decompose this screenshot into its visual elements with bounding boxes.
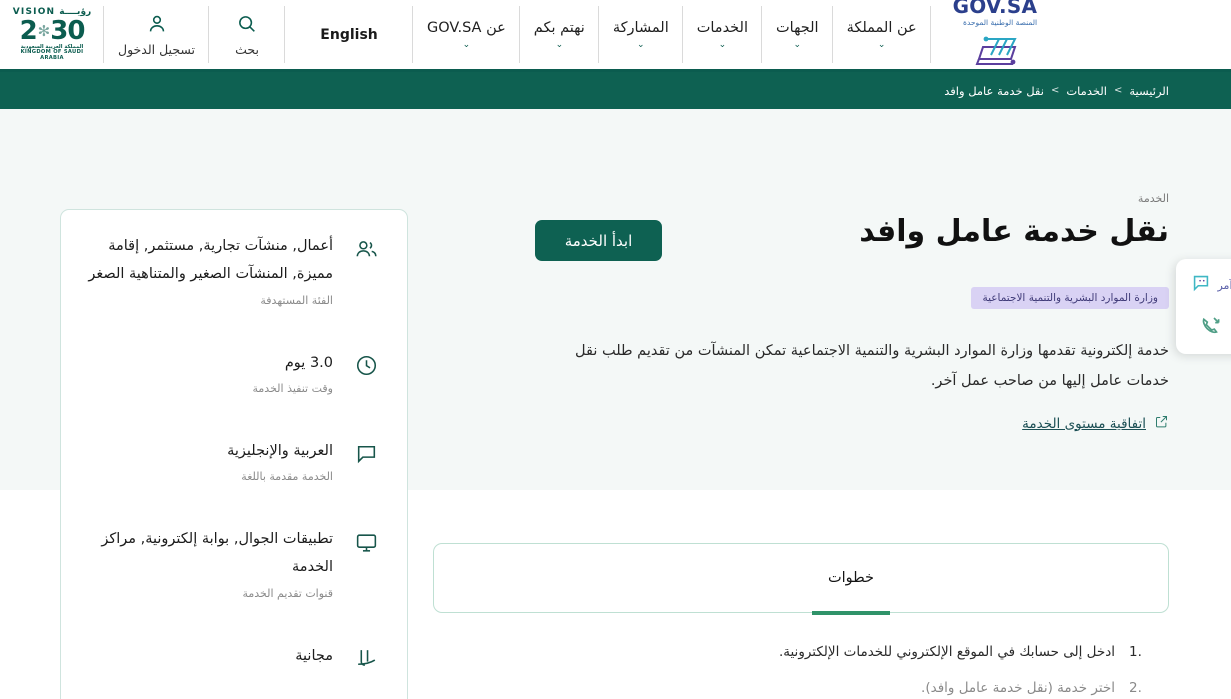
vision-2030-logo[interactable]: VISION رؤيــــة 2 ✻ 30 المملكة العربية ا…	[0, 0, 104, 69]
sla-agreement-link-wrap: اتفاقية مستوى الخدمة	[1022, 414, 1169, 433]
vision-year-right: 30	[50, 16, 85, 47]
info-label-channels: قنوات تقديم الخدمة	[242, 586, 333, 600]
nav-label-about-kingdom: عن المملكة	[846, 19, 917, 36]
breadcrumb-home[interactable]: الرئيسية	[1129, 84, 1169, 98]
info-value-target-audience: أعمال, منشآت تجارية, مستثمر, إقامة مميزة…	[88, 238, 333, 283]
riyal-icon	[351, 644, 381, 674]
user-icon	[146, 13, 168, 39]
info-value-execution-time: 3.0 يوم	[284, 354, 333, 371]
chevron-down-icon: ⌄	[718, 39, 727, 50]
breadcrumb-services[interactable]: الخدمات	[1066, 84, 1107, 98]
info-value-channels: تطبيقات الجوال, بوابة إلكترونية, مراكز ا…	[101, 531, 333, 576]
chat-icon	[351, 439, 381, 469]
top-navigation: VISION رؤيــــة 2 ✻ 30 المملكة العربية ا…	[0, 0, 1231, 72]
chat-assistant-label: آمر	[1217, 278, 1231, 292]
chevron-down-icon: ⌄	[462, 39, 471, 50]
users-icon	[351, 234, 381, 264]
info-row-target-audience: أعمال, منشآت تجارية, مستثمر, إقامة مميزة…	[61, 210, 407, 327]
breadcrumb-current: نقل خدمة عامل وافد	[944, 83, 1044, 98]
list-item: 1. ادخل إلى حسابك في الموقع الإلكتروني ل…	[433, 640, 1169, 666]
vision-kingdom-en: KINGDOM OF SAUDI ARABIA	[20, 49, 84, 61]
english-label: English	[320, 26, 378, 43]
tab-active-indicator	[811, 611, 890, 615]
step-text: ادخل إلى حسابك في الموقع الإلكتروني للخد…	[778, 644, 1115, 660]
floating-help-widget: آمر	[1176, 259, 1231, 354]
search-icon	[236, 13, 258, 39]
nav-item-agencies[interactable]: الجهات ⌄	[762, 0, 833, 69]
vision-year-left: 2	[19, 16, 38, 47]
login-button[interactable]: تسجيل الدخول	[104, 0, 210, 69]
start-service-button[interactable]: ابدأ الخدمة	[535, 220, 662, 261]
info-value-fee: مجانية	[295, 647, 333, 664]
search-button[interactable]: بحث	[209, 0, 286, 69]
language-toggle-english[interactable]: English	[285, 0, 414, 69]
nav-label-services: الخدمات	[696, 19, 748, 36]
agency-badge: وزارة الموارد البشرية والتنمية الاجتماعي…	[971, 287, 1169, 309]
govsa-logo-tagline: المنصة الوطنية الموحدة	[963, 17, 1038, 27]
phone-callback-button[interactable]	[1198, 314, 1224, 342]
breadcrumb-separator: >	[1113, 85, 1123, 96]
info-label-target-audience: الفئة المستهدفة	[260, 293, 333, 307]
breadcrumb: الرئيسية > الخدمات > نقل خدمة عامل وافد	[944, 84, 1169, 98]
list-item: 2. اختر خدمة (نقل خدمة عامل وافد).	[433, 676, 1169, 699]
clock-icon	[351, 351, 381, 381]
nav-label-participation: المشاركة	[612, 19, 669, 36]
info-label-language: الخدمة مقدمة باللغة	[241, 470, 333, 484]
service-info-card: أعمال, منشآت تجارية, مستثمر, إقامة مميزة…	[60, 209, 408, 699]
info-row-language: العربية والإنجليزية الخدمة مقدمة باللغة	[61, 415, 407, 503]
nav-item-we-care[interactable]: نهتم بكم ⌄	[520, 0, 599, 69]
chat-assistant-button[interactable]: آمر	[1189, 272, 1231, 298]
steps-list: 1. ادخل إلى حسابك في الموقع الإلكتروني ل…	[433, 640, 1169, 699]
page-title: نقل خدمة عامل وافد	[859, 214, 1169, 249]
chevron-down-icon: ⌄	[877, 39, 886, 50]
info-row-fee: مجانية	[61, 620, 407, 695]
tab-label-steps: خطوات	[827, 570, 874, 586]
phone-callback-icon	[1198, 314, 1224, 342]
chat-bubble-icon	[1189, 272, 1213, 298]
breadcrumb-bar: الرئيسية > الخدمات > نقل خدمة عامل وافد	[0, 72, 1231, 109]
step-number: 2.	[1129, 679, 1142, 696]
vision-ornament-icon: ✻	[37, 21, 51, 40]
chevron-down-icon: ⌄	[637, 39, 645, 50]
nav-label-agencies: الجهات	[776, 19, 819, 36]
step-text: اختر خدمة (نقل خدمة عامل وافد).	[921, 679, 1115, 696]
nav-item-about-kingdom[interactable]: عن المملكة ⌄	[833, 0, 931, 69]
nav-item-about-govsa[interactable]: عن GOV.SA ⌄	[413, 0, 520, 69]
nav-label-about-govsa: عن GOV.SA	[427, 19, 506, 36]
info-label-execution-time: وقت تنفيذ الخدمة	[252, 381, 333, 395]
nav-label-we-care: نهتم بكم	[533, 19, 585, 36]
login-label: تسجيل الدخول	[118, 41, 196, 57]
search-label: بحث	[235, 41, 259, 57]
info-value-language: العربية والإنجليزية	[227, 442, 333, 459]
govsa-logo[interactable]: GOV.SA المنصة الوطنية الموحدة	[931, 0, 1053, 69]
info-row-channels: تطبيقات الجوال, بوابة إلكترونية, مراكز ا…	[61, 503, 407, 620]
sla-agreement-link[interactable]: اتفاقية مستوى الخدمة	[1022, 416, 1146, 432]
info-row-execution-time: 3.0 يوم وقت تنفيذ الخدمة	[61, 327, 407, 415]
step-number: 1.	[1129, 644, 1142, 660]
external-link-icon	[1154, 414, 1169, 433]
tab-steps[interactable]: خطوات	[811, 544, 890, 615]
service-description: خدمة إلكترونية تقدمها وزارة الموارد البش…	[575, 343, 1169, 389]
monitor-icon	[351, 527, 381, 557]
content-tabs-card: خطوات	[433, 543, 1169, 615]
service-kicker: الخدمة	[1137, 192, 1169, 205]
nav-item-participation[interactable]: المشاركة ⌄	[599, 0, 683, 69]
chevron-down-icon: ⌄	[555, 39, 564, 50]
chevron-down-icon: ⌄	[793, 39, 802, 50]
breadcrumb-separator: >	[1050, 85, 1060, 96]
govsa-logo-name: GOV.SA	[952, 0, 1038, 18]
nav-item-services[interactable]: الخدمات ⌄	[683, 0, 763, 69]
govsa-mark-icon	[969, 33, 1021, 73]
